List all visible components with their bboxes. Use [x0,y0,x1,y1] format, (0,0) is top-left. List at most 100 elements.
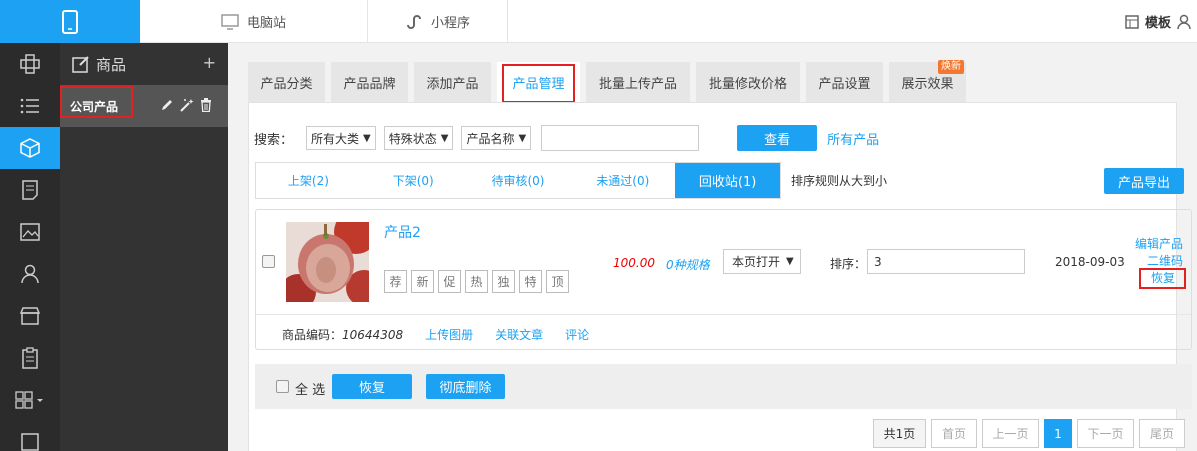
special-status-select[interactable]: 特殊状态 ▼ [383,126,454,150]
rail-item-decoration[interactable] [0,43,60,85]
pagination: 共1页 首页 上一页 1 下一页 尾页 [873,419,1185,448]
export-products-button[interactable]: 产品导出 [1104,168,1184,194]
related-articles-link[interactable]: 关联文章 [495,326,543,343]
category-select[interactable]: 所有大类 ▼ [306,126,376,150]
mobile-site-tab[interactable] [0,0,140,43]
rail-item-images[interactable] [0,211,60,253]
status-tab-pending[interactable]: 待审核(0) [466,163,571,198]
user-icon[interactable] [1177,14,1191,30]
icon-rail [0,43,60,451]
last-page-button[interactable]: 尾页 [1139,419,1185,448]
first-page-button[interactable]: 首页 [931,419,977,448]
caret-down-icon: ▼ [440,132,449,144]
grid-icon [15,391,43,409]
prev-page-button[interactable]: 上一页 [982,419,1039,448]
qrcode-link[interactable]: 二维码 [1147,254,1183,268]
select-all-label[interactable]: 全 选 [295,379,325,398]
pencil-icon[interactable] [160,98,174,112]
rail-item-list[interactable] [0,85,60,127]
edit-square-icon [72,56,89,73]
product-tabs: 产品分类 产品品牌 添加产品 产品管理 批量上传产品 批量修改价格 产品设置 展… [248,60,966,103]
next-page-button[interactable]: 下一页 [1077,419,1134,448]
tab-product-settings[interactable]: 产品设置 [806,62,883,103]
status-tab-recycle-bin[interactable]: 回收站(1) [675,163,780,198]
all-products-link[interactable]: 所有产品 [827,129,879,148]
product-tags: 荐 新 促 热 独 特 顶 [384,270,569,293]
store-icon [19,307,41,325]
product-code-label: 商品编码： [282,328,343,342]
product-name-link[interactable]: 产品2 [384,222,421,242]
tab-label: 展示效果 [901,77,954,92]
pc-site-tab[interactable]: 电脑站 [140,0,368,43]
top-bar: 电脑站 小程序 模板 [0,0,1197,43]
product-footer: 商品编码：10644308 上传图册 关联文章 评论 [282,326,589,343]
tag-hot[interactable]: 热 [465,270,488,293]
divider [256,314,1191,315]
open-mode-select[interactable]: 本页打开 ▼ [723,249,801,274]
status-tab-rejected[interactable]: 未通过(0) [570,163,675,198]
tag-new[interactable]: 新 [411,270,434,293]
add-category-button[interactable]: + [203,53,216,72]
comments-link[interactable]: 评论 [565,326,589,343]
sort-input[interactable]: 3 [867,249,1025,274]
magic-wand-icon[interactable] [179,98,195,112]
bulk-restore-button[interactable]: 恢复 [332,374,412,399]
rail-item-store[interactable] [0,295,60,337]
mini-program-icon [406,14,421,29]
product-price: 100.00 [613,256,655,270]
tab-display-effect[interactable]: 展示效果 焕新 [889,60,966,103]
search-label: 搜索： [254,132,294,148]
select-all-checkbox[interactable] [276,380,289,393]
tag-promo[interactable]: 促 [438,270,461,293]
rail-item-forms[interactable] [0,337,60,379]
tab-label: 批量修改价格 [708,77,787,92]
tab-add-product[interactable]: 添加产品 [414,62,491,103]
rail-item-articles[interactable] [0,169,60,211]
rail-item-members[interactable] [0,253,60,295]
template-button[interactable]: 模板 [1145,12,1171,31]
tab-product-brand[interactable]: 产品品牌 [331,62,408,103]
tag-recommend[interactable]: 荐 [384,270,407,293]
edit-product-link[interactable]: 编辑产品 [1135,237,1183,251]
sidebar-item-company-products[interactable]: 公司产品 [60,85,228,127]
pc-site-label: 电脑站 [246,16,286,31]
tab-product-category[interactable]: 产品分类 [248,62,325,103]
highlight-box [60,86,133,118]
status-tab-on-shelf[interactable]: 上架(2) [256,163,361,198]
puzzle-icon [20,54,40,74]
select-value: 所有大类 [311,131,360,146]
product-code-value: 10644308 [342,328,404,342]
tab-label: 批量上传产品 [598,77,677,92]
view-button[interactable]: 查看 [737,125,818,151]
tab-bulk-upload[interactable]: 批量上传产品 [586,62,690,103]
total-pages: 共1页 [873,419,926,448]
tag-special[interactable]: 特 [519,270,542,293]
tab-bulk-price[interactable]: 批量修改价格 [696,62,800,103]
sort-label: 排序： [830,257,867,271]
trash-icon[interactable] [200,98,212,112]
rail-item-apps[interactable] [0,379,60,421]
product-specs-link[interactable]: 0种规格 [666,256,710,273]
product-checkbox[interactable] [262,255,275,268]
upload-gallery-link[interactable]: 上传图册 [425,326,473,343]
tag-exclusive[interactable]: 独 [492,270,515,293]
select-value: 本页打开 [732,255,781,269]
tag-top[interactable]: 顶 [546,270,569,293]
search-input[interactable] [541,125,700,151]
person-icon [21,264,39,284]
rail-item-more[interactable] [0,421,60,451]
permanent-delete-button[interactable]: 彻底删除 [426,374,505,399]
top-right-actions: 模板 [1125,0,1191,43]
rail-item-products[interactable] [0,127,60,169]
clipboard-icon [22,347,38,369]
sidebar-header: 商品 + [60,43,228,85]
caret-down-icon: ▼ [518,132,527,144]
status-tab-off-shelf[interactable]: 下架(0) [361,163,466,198]
current-page[interactable]: 1 [1044,419,1072,448]
search-field-select[interactable]: 产品名称 ▼ [461,126,532,150]
product-thumbnail[interactable] [286,222,369,302]
caret-down-icon: ▼ [363,132,371,144]
caret-down-icon: ▼ [786,256,794,267]
tab-product-management[interactable]: 产品管理 [497,62,580,103]
mini-program-tab[interactable]: 小程序 [368,0,508,43]
